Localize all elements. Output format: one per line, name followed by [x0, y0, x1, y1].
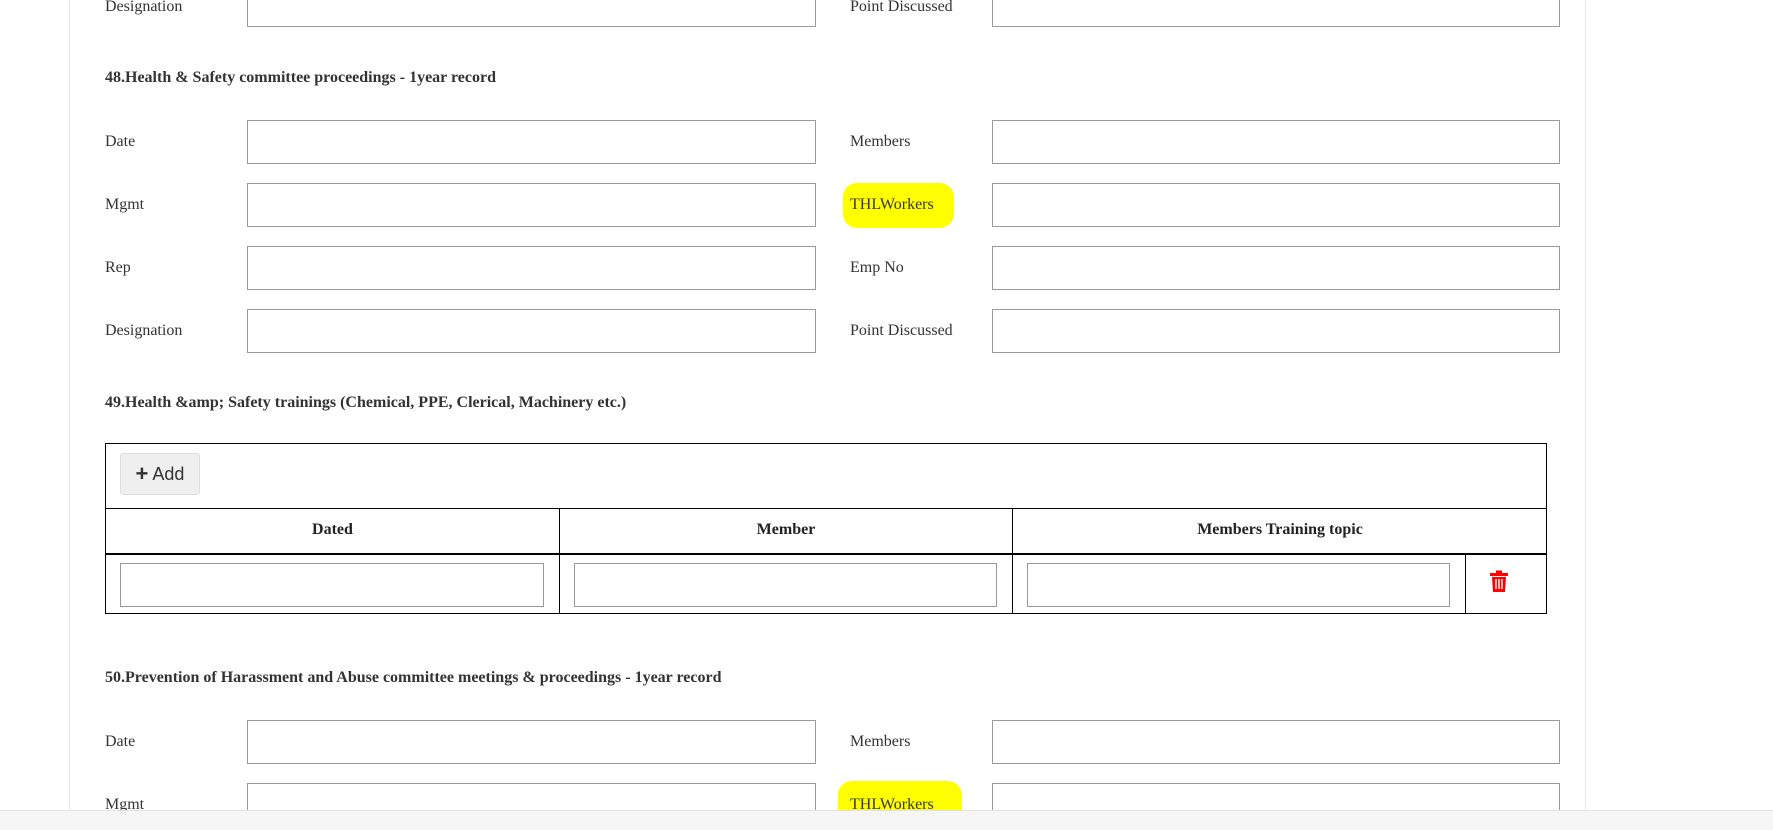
point-discussed-label-48: Point Discussed	[850, 322, 953, 339]
training-topic-input[interactable]	[1027, 563, 1450, 607]
column-divider-3	[1465, 554, 1466, 614]
date-input-48[interactable]	[247, 120, 816, 164]
mgmt-input-48[interactable]	[247, 183, 816, 227]
emp-no-input-48[interactable]	[992, 246, 1560, 290]
emp-no-label-48: Emp No	[850, 259, 904, 276]
date-label-50: Date	[105, 733, 136, 750]
column-header-training-topic: Members Training topic	[1197, 521, 1363, 538]
rep-input-48[interactable]	[247, 246, 816, 290]
members-input-50[interactable]	[992, 720, 1560, 764]
member-input[interactable]	[574, 563, 997, 607]
horizontal-scrollbar[interactable]	[0, 810, 1773, 830]
rep-label-48: Rep	[105, 259, 131, 276]
point-discussed-label-top: Point Discussed	[850, 0, 953, 15]
designation-input-48[interactable]	[247, 309, 816, 353]
point-discussed-input-top[interactable]	[992, 0, 1560, 27]
members-label-48: Members	[850, 133, 911, 150]
dated-input[interactable]	[120, 563, 544, 607]
column-header-member: Member	[756, 521, 816, 538]
thl-workers-label-48: THLWorkers	[850, 196, 934, 213]
members-label-50: Members	[850, 733, 911, 750]
add-button-label: Add	[152, 463, 185, 484]
table-header-top-border	[105, 508, 1547, 509]
column-header-dated: Dated	[312, 521, 353, 538]
point-discussed-input-48[interactable]	[992, 309, 1560, 353]
trash-icon[interactable]	[1490, 570, 1508, 592]
members-input-48[interactable]	[992, 120, 1560, 164]
thl-workers-input-48[interactable]	[992, 183, 1560, 227]
section-48-heading: 48.Health & Safety committee proceedings…	[105, 69, 497, 86]
designation-label-48: Designation	[105, 322, 183, 339]
plus-icon: +	[135, 461, 149, 486]
date-input-50[interactable]	[247, 720, 816, 764]
designation-label-top: Designation	[105, 0, 183, 15]
section-49-heading: 49.Health &amp; Safety trainings (Chemic…	[105, 394, 627, 411]
table-header-bottom-border	[105, 553, 1547, 555]
mgmt-label-48: Mgmt	[105, 196, 145, 213]
date-label-48: Date	[105, 133, 136, 150]
designation-input-top[interactable]	[247, 0, 816, 27]
section-50-heading: 50.Prevention of Harassment and Abuse co…	[105, 669, 722, 686]
add-row-button[interactable]: + Add	[120, 453, 200, 495]
